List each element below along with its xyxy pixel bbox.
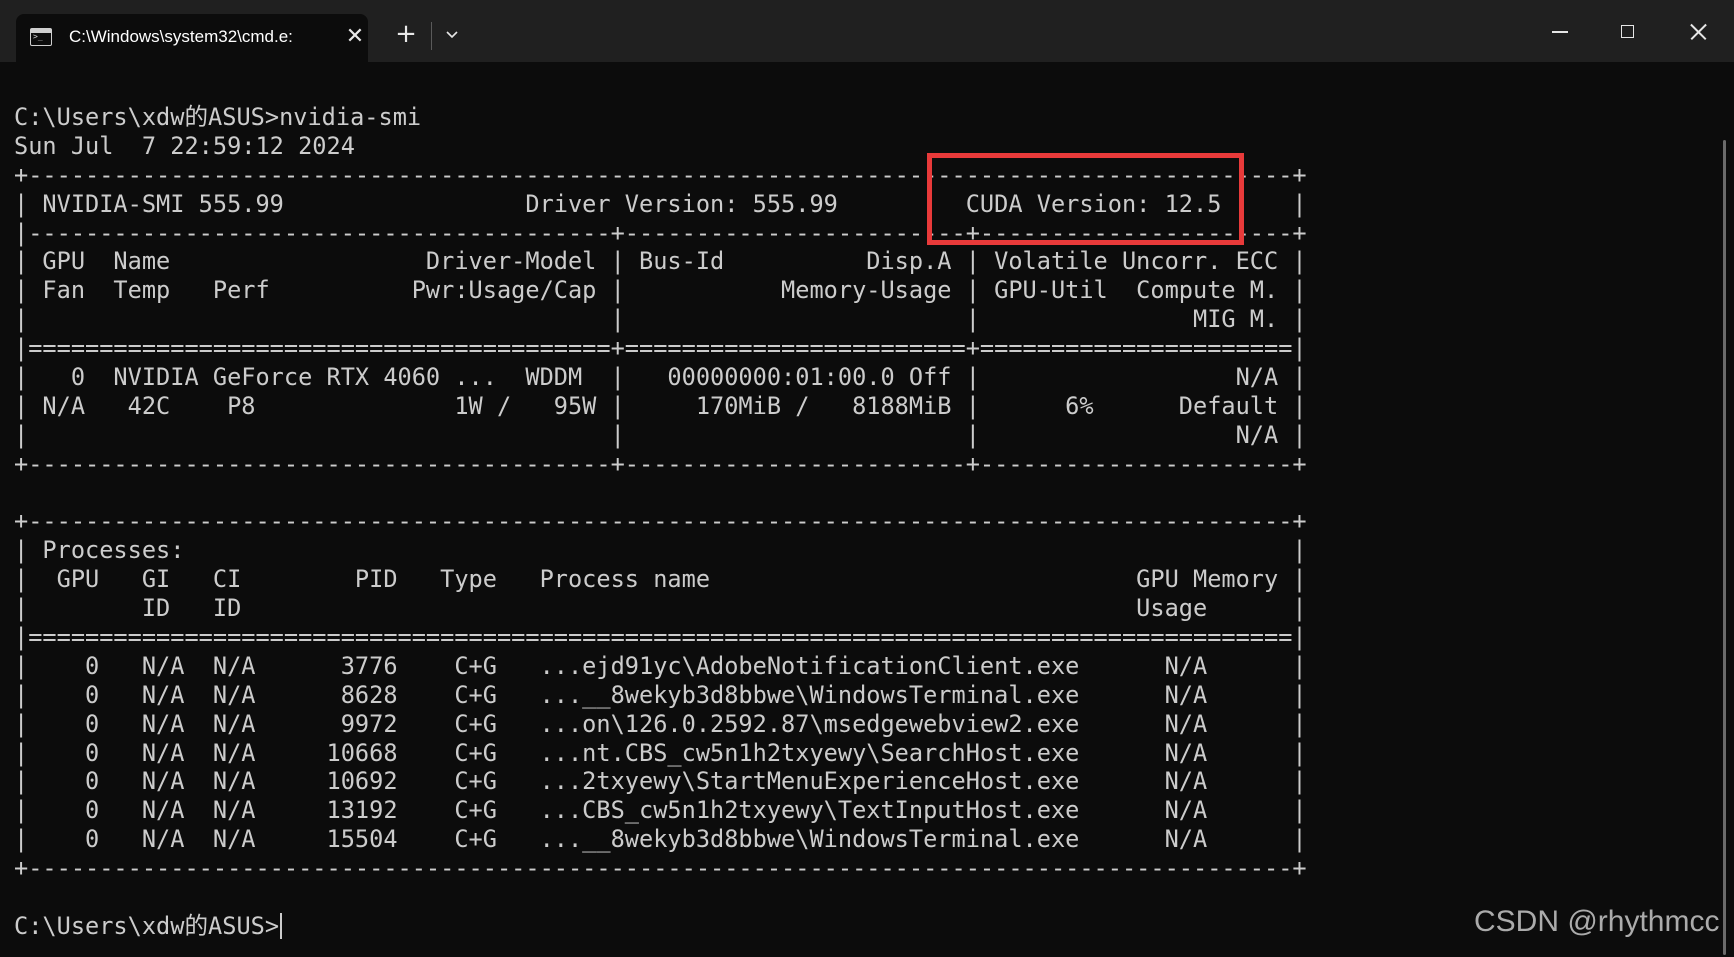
terminal-line: | 0 N/A N/A 15504 C+G ...__8wekyb3d8bbwe…: [14, 825, 1307, 854]
text-cursor: [280, 912, 283, 939]
maximize-icon[interactable]: [1608, 12, 1648, 52]
terminal-line: | 0 N/A N/A 8628 C+G ...__8wekyb3d8bbwe\…: [14, 680, 1307, 709]
terminal-line: | | | MIG M. |: [14, 305, 1307, 334]
watermark: CSDN @rhythmcc: [1474, 905, 1720, 938]
tab-divider: [431, 22, 432, 50]
terminal-line: |=======================================…: [14, 623, 1307, 652]
terminal-line: | 0 N/A N/A 13192 C+G ...CBS_cw5n1h2txye…: [14, 796, 1307, 825]
terminal-line: | Fan Temp Perf Pwr:Usage/Cap | Memory-U…: [14, 276, 1307, 305]
plus-icon[interactable]: +: [392, 20, 420, 48]
terminal-line: | GPU GI CI PID Type Process name GPU Me…: [14, 565, 1307, 594]
minimize-icon[interactable]: [1540, 12, 1580, 52]
cmd-icon: [30, 28, 52, 46]
terminal-line: |=======================================…: [14, 334, 1307, 363]
terminal-line: +---------------------------------------…: [14, 854, 1307, 883]
scrollbar[interactable]: [1723, 140, 1726, 955]
terminal-line: +---------------------------------------…: [14, 507, 1307, 536]
terminal-line: | 0 N/A N/A 10692 C+G ...2txyewy\StartMe…: [14, 767, 1307, 796]
terminal-line: | 0 NVIDIA GeForce RTX 4060 ... WDDM | 0…: [14, 363, 1307, 392]
terminal-line: C:\Users\xdw的ASUS>: [14, 912, 1307, 941]
terminal-line: | Processes: |: [14, 536, 1307, 565]
close-window-icon[interactable]: [1678, 12, 1718, 52]
title-bar: C:\Windows\system32\cmd.e: ✕ +: [0, 0, 1734, 62]
tab-title: C:\Windows\system32\cmd.e:: [69, 27, 293, 46]
terminal-line: | N/A 42C P8 1W / 95W | 170MiB / 8188MiB…: [14, 391, 1307, 420]
terminal-line: | 0 N/A N/A 10668 C+G ...nt.CBS_cw5n1h2t…: [14, 738, 1307, 767]
terminal-line: | ID ID Usage |: [14, 594, 1307, 623]
chevron-down-icon[interactable]: [440, 22, 464, 48]
terminal-line: | | | N/A |: [14, 420, 1307, 449]
terminal-line: | 0 N/A N/A 9972 C+G ...on\126.0.2592.87…: [14, 709, 1307, 738]
cuda-version-highlight: [927, 153, 1244, 245]
close-icon[interactable]: ✕: [342, 24, 368, 50]
terminal-line: C:\Users\xdw的ASUS>nvidia-smi: [14, 103, 422, 131]
terminal-line: | 0 N/A N/A 3776 C+G ...ejd91yc\AdobeNot…: [14, 651, 1307, 680]
terminal-line: | GPU Name Driver-Model | Bus-Id Disp.A …: [14, 247, 1307, 276]
terminal-tab[interactable]: C:\Windows\system32\cmd.e: ✕: [16, 14, 368, 62]
terminal-line: +---------------------------------------…: [14, 449, 1307, 478]
